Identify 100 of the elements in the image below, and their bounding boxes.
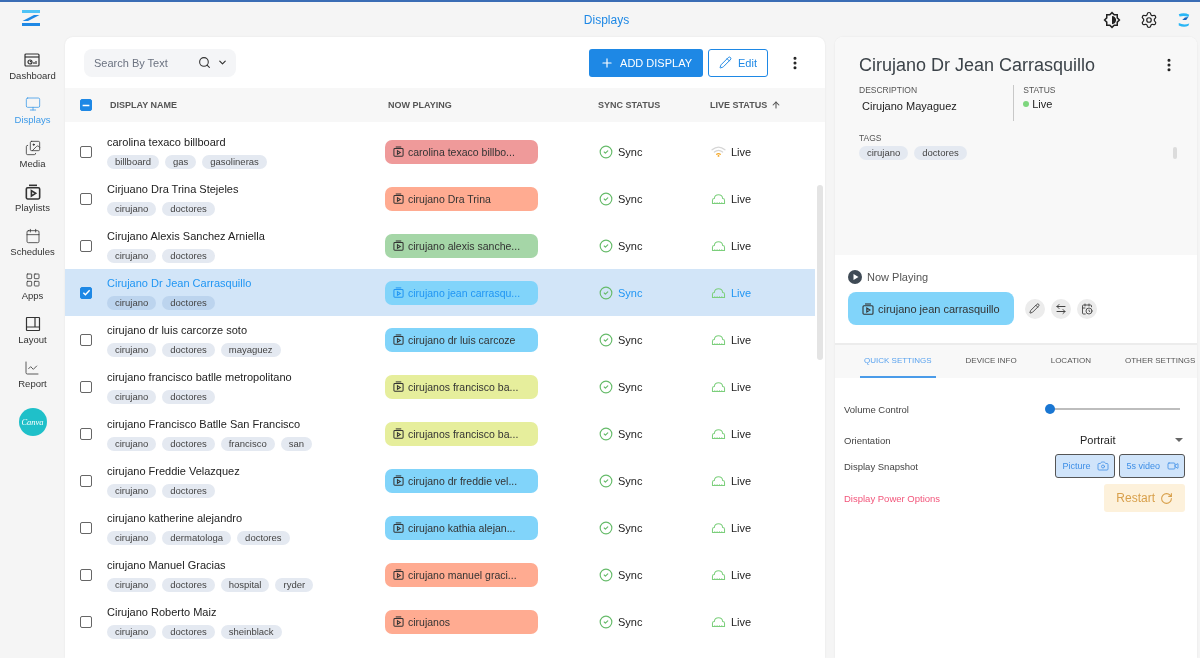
tab[interactable]: LOCATION [1046, 345, 1095, 378]
settings-icon[interactable] [1140, 10, 1158, 29]
display-name: cirujano francisco batlle metropolitano [107, 369, 292, 384]
playlist-icon [393, 381, 404, 392]
sync-status: Sync [618, 192, 643, 205]
tag: mayaguez [220, 342, 281, 357]
brightness-icon[interactable] [1103, 10, 1121, 29]
display-name: carolina texaco billboard [107, 134, 226, 149]
checkbox[interactable] [80, 568, 92, 581]
edit-button[interactable]: Edit [708, 48, 768, 77]
calendar-icon [24, 228, 41, 244]
checkbox[interactable] [80, 239, 92, 252]
sync-status: Sync [618, 380, 643, 393]
select-all-checkbox[interactable] [80, 99, 92, 111]
playlist-chip[interactable]: cirujano Dra Trina [385, 186, 538, 211]
sidebar-item[interactable]: Schedules [8, 228, 57, 258]
caret-icon [1175, 438, 1183, 442]
sync-status: Sync [618, 286, 643, 299]
tag: doctores [162, 342, 215, 357]
orientation-select[interactable]: Portrait [1075, 428, 1185, 452]
check-circle-icon [599, 614, 613, 629]
playlist-chip[interactable]: carolina texaco billbo... [385, 139, 538, 164]
playlist-chip[interactable]: cirujano manuel graci... [385, 562, 538, 587]
sidebar-item[interactable]: Report [16, 360, 49, 390]
sync-status: Sync [618, 568, 643, 581]
column-header[interactable]: NOW PLAYING [388, 100, 452, 110]
playlist-icon [862, 302, 874, 315]
playlist-chip[interactable]: cirujano dr luis carcoze [385, 327, 538, 352]
checkbox[interactable] [80, 427, 92, 440]
check-circle-icon [599, 426, 613, 441]
live-status: Live [731, 474, 752, 487]
field-label: TAGS [859, 133, 882, 144]
sync-status: Sync [618, 239, 643, 252]
playlist-icon [393, 475, 404, 486]
playlist-chip[interactable]: cirujano kathia alejan... [385, 515, 538, 540]
column-header[interactable]: SYNC STATUS [598, 100, 661, 110]
monitor-icon [24, 96, 41, 112]
scrollbar[interactable] [817, 185, 823, 360]
tag: doctores [162, 248, 215, 263]
checkbox[interactable] [80, 615, 92, 628]
tag: cirujano [107, 436, 157, 451]
setting-label: Display Snapshot [844, 460, 918, 472]
sidebar-item[interactable]: Apps [19, 272, 46, 302]
sidebar-item[interactable]: Layout [16, 316, 49, 346]
checkbox[interactable] [80, 521, 92, 534]
icon-button[interactable] [1076, 298, 1097, 319]
sync-status: Sync [618, 145, 643, 158]
display-name: cirujano dr luis carcorze soto [107, 322, 247, 337]
playlist-chip[interactable]: cirujano jean carrasquillo [848, 292, 1014, 325]
playlist-chip[interactable]: cirujanos francisco ba... [385, 421, 538, 446]
checkbox[interactable] [80, 286, 92, 299]
icon-button[interactable] [1024, 298, 1045, 319]
playlist-chip[interactable]: cirujano dr freddie vel... [385, 468, 538, 493]
live-status: Live [731, 192, 752, 205]
live-status: Live [731, 145, 752, 158]
sidebar-item[interactable]: Dashboard [7, 52, 58, 82]
tab[interactable]: DEVICE INFO [961, 345, 1021, 378]
sidebar-item[interactable]: Playlists [13, 184, 52, 214]
sidebar-item[interactable]: Media [17, 140, 48, 170]
camera-icon [1097, 460, 1110, 472]
icon-button[interactable] [1050, 298, 1071, 319]
logo-icon [22, 9, 40, 26]
checkbox[interactable] [80, 474, 92, 487]
section-label: Now Playing [867, 270, 929, 284]
live-status: Live [731, 521, 752, 534]
playlist-chip[interactable]: cirujanos [385, 609, 538, 634]
live-status: Live [731, 286, 752, 299]
tab[interactable]: OTHER SETTINGS [1121, 345, 1197, 378]
playlist-chip[interactable]: cirujanos francisco ba... [385, 374, 538, 399]
column-header[interactable]: LIVE STATUS [710, 100, 768, 110]
tag: doctores [237, 530, 290, 545]
checkbox[interactable] [80, 145, 92, 158]
check-circle-icon [599, 473, 613, 488]
tag: cirujano [859, 146, 909, 160]
chevron-down-icon[interactable] [217, 57, 228, 68]
tag: dermatologa [162, 530, 232, 545]
add-display-button[interactable]: ADD DISPLAY [589, 48, 704, 77]
table-row[interactable]: Cirujano Dr Jean Carrasquillo cirujano doctores cirujano jean carrasqu... Sync Live [65, 269, 815, 316]
tag: sheinblack [220, 624, 282, 639]
display-name: cirujano katherine alejandro [107, 510, 243, 525]
images-icon [24, 140, 41, 156]
playlist-icon [393, 428, 404, 439]
tag: gasolineras [202, 154, 267, 169]
check-circle-icon [599, 520, 613, 535]
column-header[interactable]: DISPLAY NAME [110, 100, 178, 110]
sync-status: Sync [618, 474, 643, 487]
tag: doctores [162, 436, 215, 451]
search-field[interactable]: Search By Text [84, 48, 236, 77]
checkbox[interactable] [80, 333, 92, 346]
playlist-icon [24, 184, 41, 200]
tag: cirujano [107, 483, 157, 498]
arrow-up-icon[interactable] [771, 100, 782, 110]
checkbox[interactable] [80, 380, 92, 393]
tag: cirujano [107, 624, 157, 639]
setting-label: Volume Control [844, 403, 909, 415]
display-name: Cirjuano Dra Trina Stejeles [107, 181, 239, 196]
playlist-icon [393, 616, 404, 627]
playlist-chip[interactable]: cirujano alexis sanche... [385, 233, 538, 258]
checkbox[interactable] [80, 192, 92, 205]
slider-thumb[interactable] [1045, 404, 1055, 414]
